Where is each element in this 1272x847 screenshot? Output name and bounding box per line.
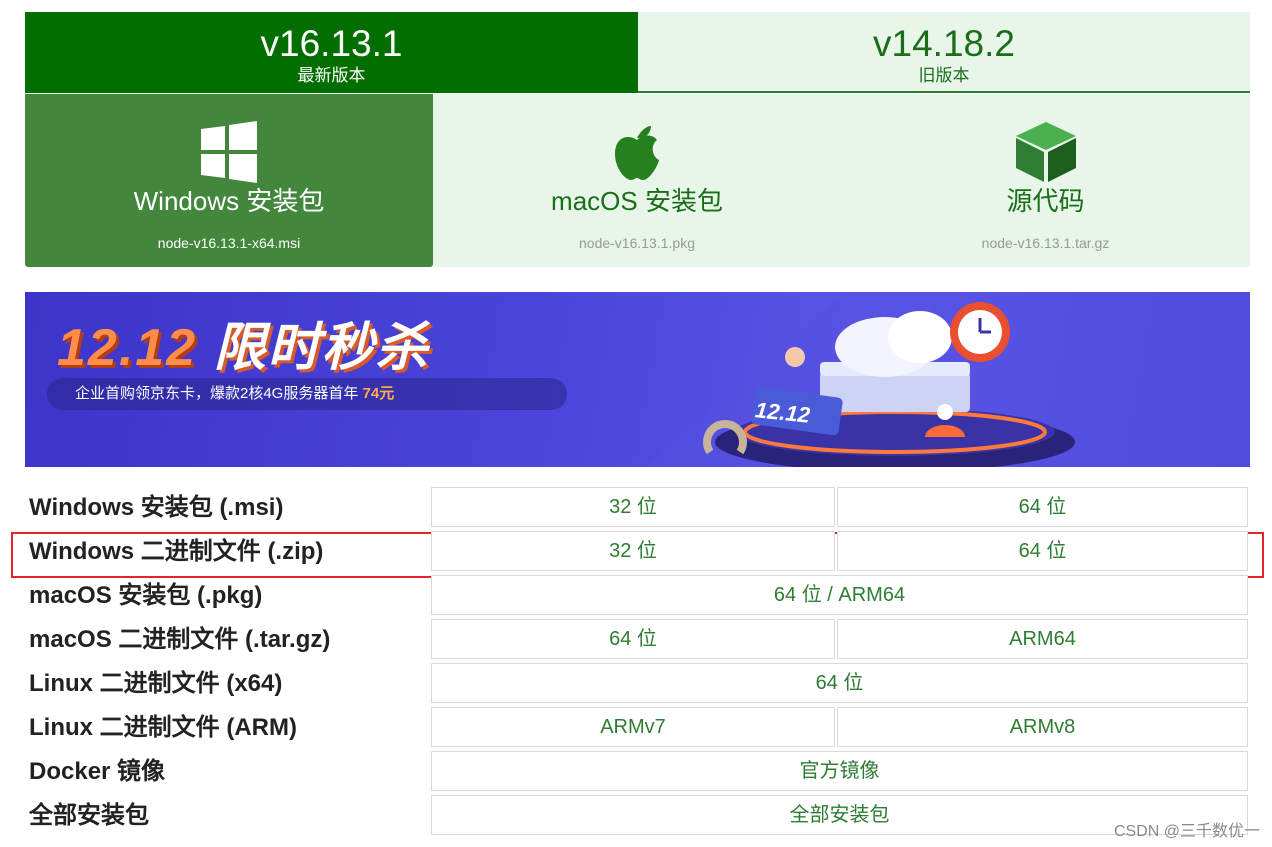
row-label-linux-arm: Linux 二进制文件 (ARM) bbox=[29, 714, 297, 741]
latest-version-number: v16.13.1 bbox=[260, 23, 403, 64]
windows-installer-title: Windows 安装包 bbox=[133, 186, 325, 216]
apple-logo-icon bbox=[615, 126, 659, 180]
windows-zip-32bit-link[interactable]: 32 位 bbox=[431, 531, 835, 571]
row-label-windows-zip: Windows 二进制文件 (.zip) bbox=[29, 538, 324, 565]
tab-latest-version[interactable]: v16.13.1 最新版本 bbox=[25, 12, 638, 93]
tab-old-version[interactable]: v14.18.2 旧版本 bbox=[638, 12, 1250, 93]
banner-price: 74元 bbox=[362, 385, 395, 402]
windows-installer-filename: node-v16.13.1-x64.msi bbox=[157, 235, 301, 251]
banner-subtitle: 企业首购领京东卡，爆款2核4G服务器首年 74元 bbox=[47, 378, 567, 410]
linux-armv7-link[interactable]: ARMv7 bbox=[431, 707, 835, 747]
banner-title-text: 限时秒杀 bbox=[213, 319, 430, 377]
windows-logo-icon bbox=[201, 121, 257, 183]
windows-installer-download[interactable]: Windows 安装包 node-v16.13.1-x64.msi bbox=[25, 94, 433, 267]
banner-title-number: 12.12 bbox=[57, 319, 198, 377]
macos-installer-title: macOS 安装包 bbox=[551, 186, 723, 216]
old-version-label: 旧版本 bbox=[918, 66, 970, 85]
macos-tar-64bit-link[interactable]: 64 位 bbox=[431, 619, 835, 659]
old-version-number: v14.18.2 bbox=[873, 23, 1015, 64]
linux-armv8-link[interactable]: ARMv8 bbox=[837, 707, 1248, 747]
windows-msi-32bit-link[interactable]: 32 位 bbox=[431, 487, 835, 527]
macos-pkg-link[interactable]: 64 位 / ARM64 bbox=[431, 575, 1248, 615]
box-icon bbox=[1015, 122, 1076, 182]
banner-subtitle-text: 企业首购领京东卡，爆款2核4G服务器首年 bbox=[75, 385, 359, 402]
row-label-macos-tar: macOS 二进制文件 (.tar.gz) bbox=[29, 626, 331, 653]
source-code-download[interactable]: 源代码 node-v16.13.1.tar.gz bbox=[841, 94, 1250, 267]
row-label-macos-pkg: macOS 安装包 (.pkg) bbox=[29, 582, 263, 609]
macos-installer-filename: node-v16.13.1.pkg bbox=[579, 235, 695, 251]
windows-zip-64bit-link[interactable]: 64 位 bbox=[837, 531, 1248, 571]
docker-image-link[interactable]: 官方镜像 bbox=[431, 751, 1248, 791]
promo-banner[interactable]: 12.12 限时秒杀 企业首购领京东卡，爆款2核4G服务器首年 74元 12.1… bbox=[25, 292, 1250, 467]
macos-installer-download[interactable]: macOS 安装包 node-v16.13.1.pkg bbox=[433, 94, 841, 267]
server-cloud-illustration bbox=[645, 292, 1250, 467]
source-code-filename: node-v16.13.1.tar.gz bbox=[981, 235, 1110, 251]
watermark: CSDN @三千数优一 bbox=[1113, 823, 1260, 840]
windows-msi-64bit-link[interactable]: 64 位 bbox=[837, 487, 1248, 527]
linux-x64-link[interactable]: 64 位 bbox=[431, 663, 1248, 703]
banner-title: 12.12 限时秒杀 bbox=[57, 318, 430, 378]
row-label-windows-msi: Windows 安装包 (.msi) bbox=[29, 494, 284, 521]
source-code-title: 源代码 bbox=[1006, 186, 1085, 216]
row-label-linux-x64: Linux 二进制文件 (x64) bbox=[29, 670, 283, 697]
latest-version-label: 最新版本 bbox=[297, 66, 366, 85]
row-label-all-packages: 全部安装包 bbox=[29, 802, 149, 829]
macos-tar-arm64-link[interactable]: ARM64 bbox=[837, 619, 1248, 659]
row-label-docker: Docker 镜像 bbox=[29, 758, 166, 785]
